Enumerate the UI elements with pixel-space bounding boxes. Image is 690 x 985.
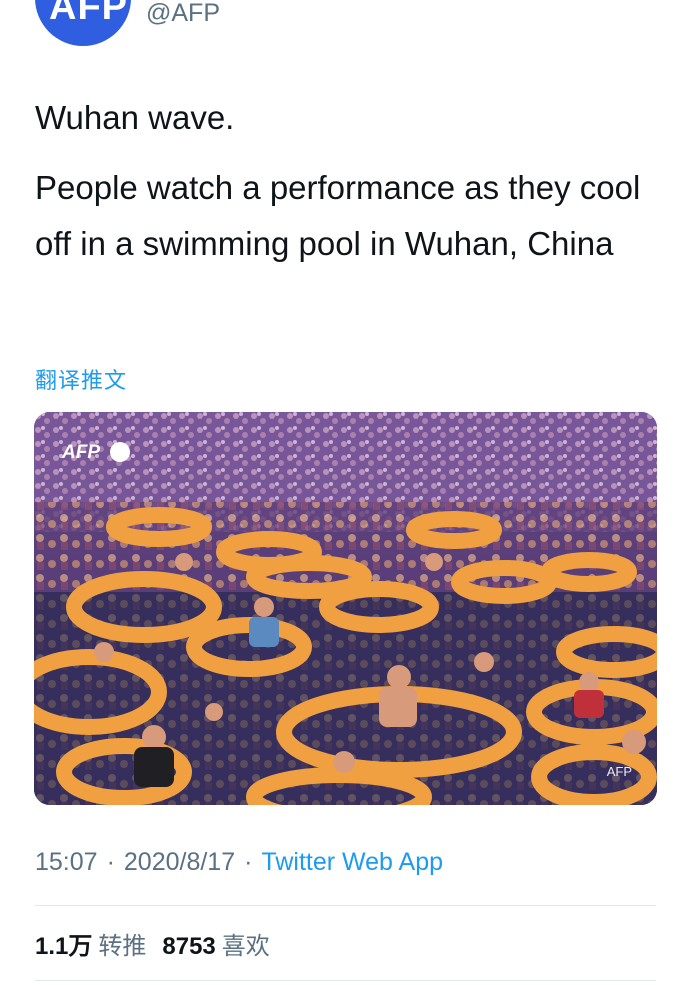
meta-separator: · bbox=[244, 848, 253, 876]
likes-label: 喜欢 bbox=[221, 933, 270, 960]
divider bbox=[35, 905, 656, 906]
retweets-label: 转推 bbox=[98, 933, 147, 960]
tweet-stats: 1.1万 转推 8753 喜欢 bbox=[35, 926, 286, 961]
avatar[interactable]: AFP bbox=[35, 0, 131, 46]
tweet-date[interactable]: 2020/8/17 bbox=[124, 848, 235, 876]
tweet-text-line-2: People watch a performance as they cool … bbox=[35, 169, 641, 262]
meta-separator: · bbox=[106, 848, 115, 876]
avatar-logo-text: AFP bbox=[49, 0, 128, 28]
tweet-source-link[interactable]: Twitter Web App bbox=[261, 848, 443, 876]
likes-count: 8753 bbox=[162, 933, 216, 960]
author-handle[interactable]: @AFP bbox=[146, 0, 220, 28]
tweet-time[interactable]: 15:07 bbox=[35, 848, 98, 876]
tweet-detail: AFP @AFP Wuhan wave. People watch a perf… bbox=[0, 0, 690, 985]
likes-stat[interactable]: 8753 喜欢 bbox=[162, 933, 285, 960]
retweets-stat[interactable]: 1.1万 转推 bbox=[35, 933, 162, 960]
tweet-meta: 15:07 · 2020/8/17 · Twitter Web App bbox=[35, 848, 443, 877]
translate-tweet-link[interactable]: 翻译推文 bbox=[35, 363, 127, 395]
afp-watermark-logo: AFP bbox=[62, 442, 100, 463]
retweets-count: 1.1万 bbox=[35, 933, 93, 960]
tweet-photo[interactable]: AFP AFP bbox=[34, 412, 657, 805]
pool-crowd-image bbox=[34, 412, 657, 805]
divider bbox=[35, 980, 656, 981]
tweet-text-line-1: Wuhan wave. bbox=[35, 99, 235, 136]
photo-credit: AFP bbox=[606, 764, 632, 779]
tweet-text: Wuhan wave. People watch a performance a… bbox=[35, 90, 665, 286]
afp-logo-dot-icon bbox=[110, 442, 130, 462]
